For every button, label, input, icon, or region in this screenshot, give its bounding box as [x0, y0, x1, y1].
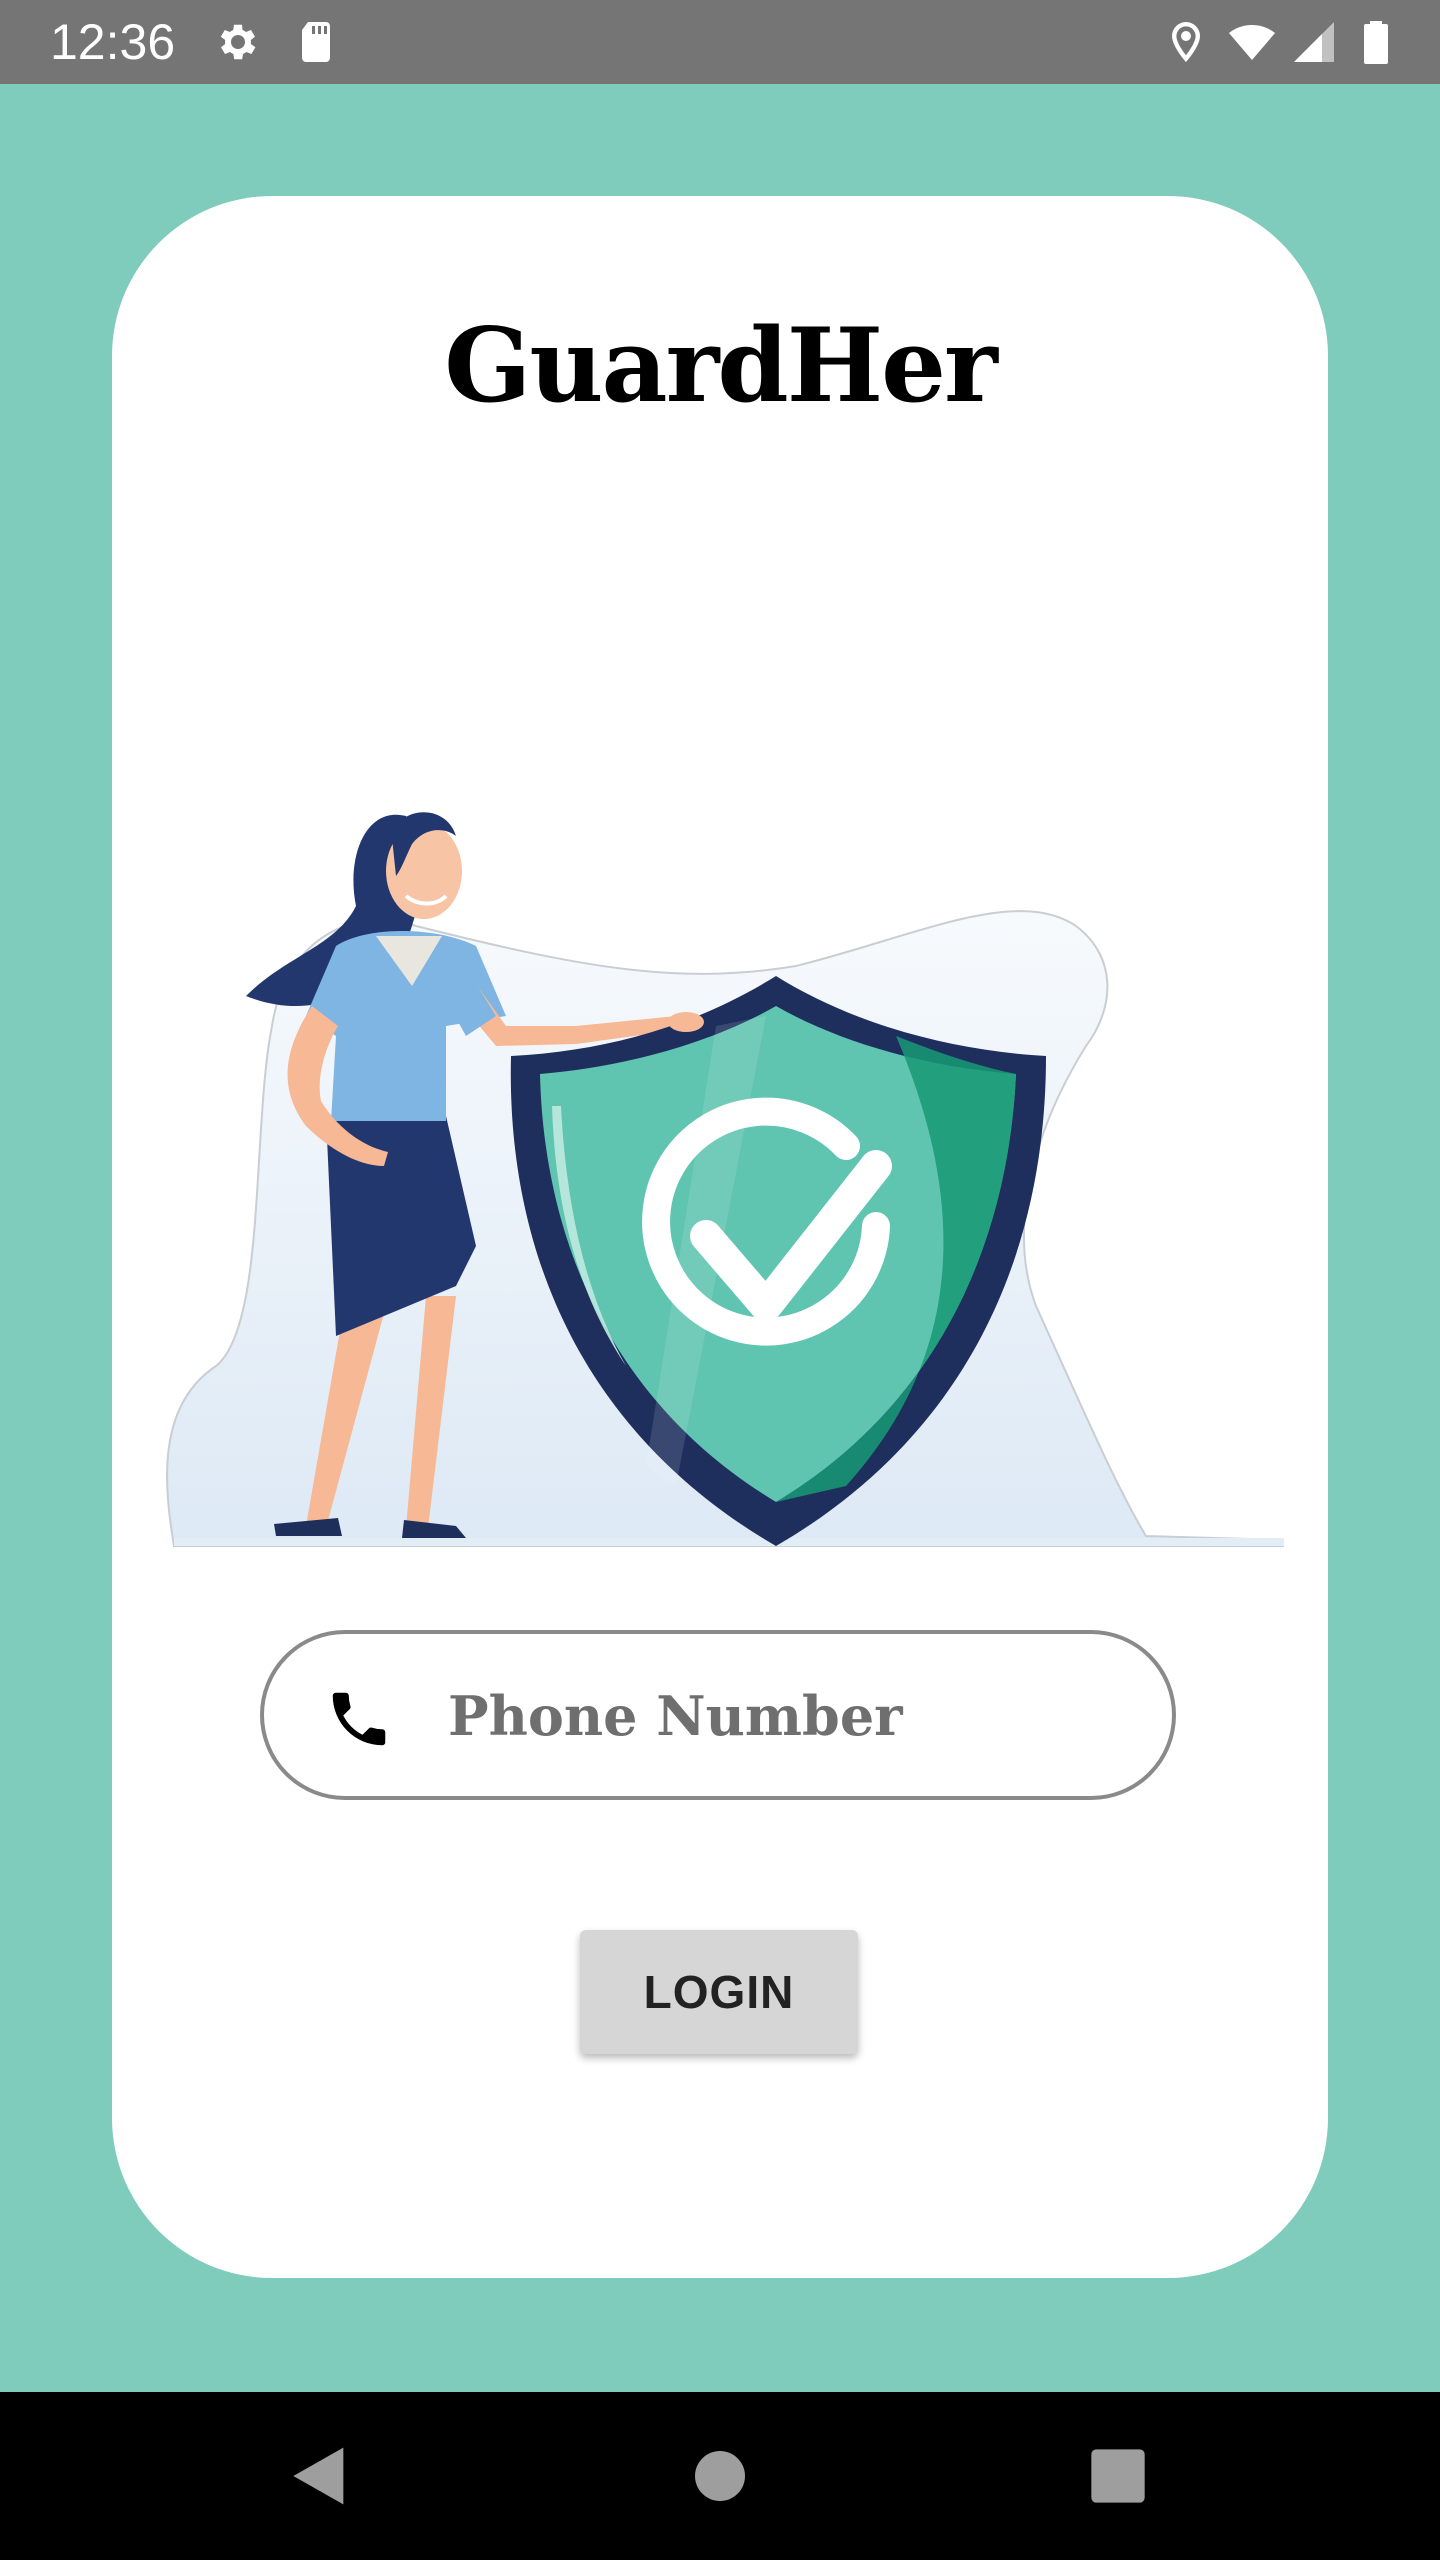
status-bar: 12:36	[0, 0, 1440, 84]
sd-card-icon	[290, 18, 342, 66]
recents-icon[interactable]	[1078, 2436, 1158, 2516]
app-title: GuardHer	[444, 306, 997, 426]
navigation-bar	[0, 2392, 1440, 2560]
login-button[interactable]: LOGIN	[580, 1930, 858, 2054]
login-card: GuardHer Phone Number LOGIN	[112, 196, 1328, 2278]
wifi-icon	[1226, 18, 1278, 66]
home-icon[interactable]	[680, 2436, 760, 2516]
back-icon[interactable]	[280, 2436, 360, 2516]
gear-icon	[212, 18, 264, 66]
battery-icon	[1350, 18, 1402, 66]
location-icon	[1160, 18, 1212, 66]
status-time: 12:36	[50, 14, 176, 70]
cell-signal-icon	[1288, 18, 1340, 66]
phone-number-input[interactable]	[448, 1664, 1128, 1768]
phone-icon	[324, 1684, 394, 1754]
phone-number-field[interactable]	[260, 1630, 1176, 1800]
woman-with-security-shield-illustration	[156, 606, 1284, 1566]
